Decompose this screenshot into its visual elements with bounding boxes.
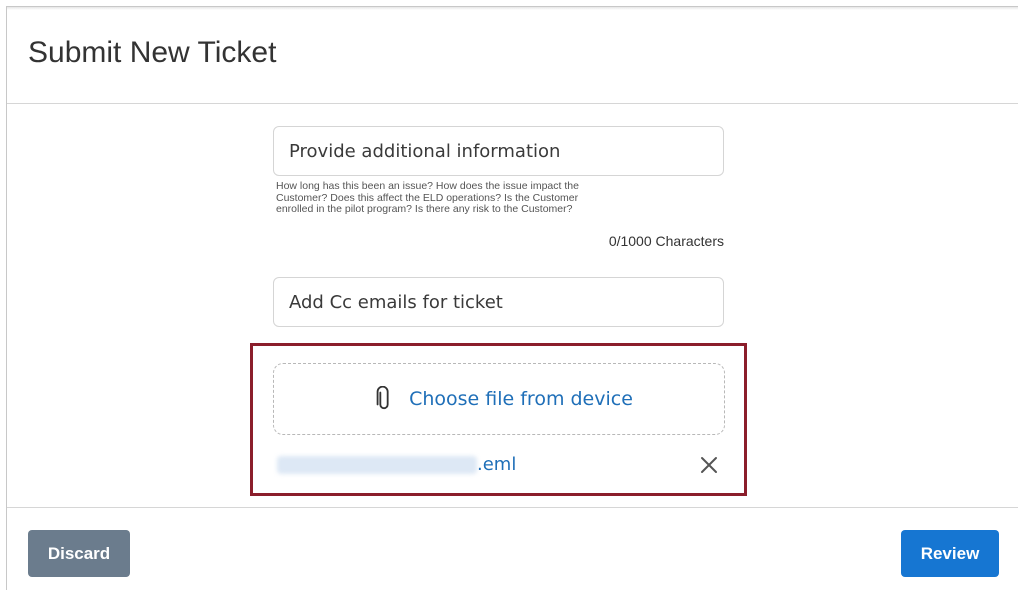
attached-file-extension[interactable]: .eml xyxy=(477,452,516,478)
paperclip-icon xyxy=(376,386,389,410)
file-dropzone[interactable]: Choose file from device xyxy=(273,363,725,435)
additional-info-placeholder: Provide additional information xyxy=(289,141,561,162)
character-counter: 0/1000 Characters xyxy=(608,233,724,249)
redacted-filename xyxy=(277,456,477,474)
choose-file-link[interactable]: Choose file from device xyxy=(409,388,633,410)
modal-header: Submit New Ticket xyxy=(7,8,1018,104)
review-button[interactable]: Review xyxy=(901,530,999,577)
help-line: enrolled in the pilot program? Is there … xyxy=(276,203,573,215)
footer-divider xyxy=(7,507,1018,508)
additional-info-help: How long has this been an issue? How doe… xyxy=(276,180,696,216)
page-title: Submit New Ticket xyxy=(28,36,277,69)
help-line: How long has this been an issue? How doe… xyxy=(276,180,579,192)
discard-button[interactable]: Discard xyxy=(28,530,130,577)
cc-email-input[interactable]: Add Cc emails for ticket xyxy=(273,277,724,327)
attached-file-row: .eml xyxy=(273,452,725,478)
close-icon[interactable] xyxy=(699,455,719,475)
additional-info-input[interactable]: Provide additional information xyxy=(273,126,724,176)
cc-email-placeholder: Add Cc emails for ticket xyxy=(289,292,503,313)
